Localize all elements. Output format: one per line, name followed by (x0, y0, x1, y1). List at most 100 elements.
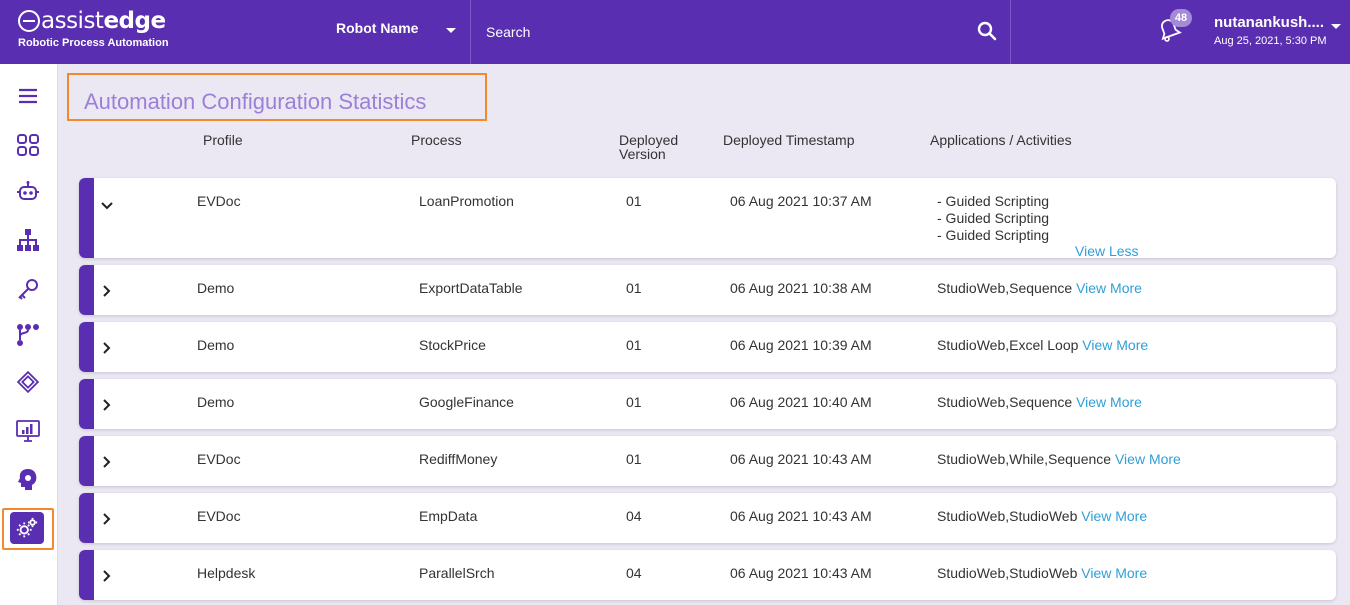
cell-process: ExportDataTable (419, 280, 523, 296)
cell-timestamp: 06 Aug 2021 10:43 AM (730, 565, 872, 581)
top-header: assist edge Robotic Process Automation Ro… (0, 0, 1350, 64)
logo-text-left: assist (41, 8, 104, 34)
table-row[interactable]: Helpdesk ParallelSrch 04 06 Aug 2021 10:… (79, 550, 1336, 600)
cell-process: ParallelSrch (419, 565, 495, 581)
chevron-right-icon[interactable] (101, 454, 113, 470)
activity-item: - Guided Scripting (937, 210, 1050, 226)
cell-activities: - Guided Scripting - Guided Scripting - … (937, 193, 1049, 244)
user-datetime: Aug 25, 2021, 5:30 PM (1214, 35, 1327, 47)
cell-version: 01 (626, 193, 642, 209)
view-more-link[interactable]: View More (1076, 280, 1142, 296)
cell-applications: StudioWeb,StudioWeb View More (937, 565, 1147, 581)
chevron-right-icon[interactable] (101, 568, 113, 584)
cell-timestamp: 06 Aug 2021 10:40 AM (730, 394, 872, 410)
menu-icon[interactable] (14, 82, 42, 110)
cell-applications: StudioWeb,Sequence View More (937, 394, 1142, 410)
chevron-right-icon[interactable] (101, 283, 113, 299)
brain-gear-icon[interactable] (14, 465, 42, 493)
hierarchy-icon[interactable] (14, 226, 42, 254)
monitor-chart-icon[interactable] (14, 417, 42, 445)
view-more-link[interactable]: View More (1081, 508, 1147, 524)
row-accent-bar (79, 550, 94, 600)
row-accent-bar (79, 493, 94, 543)
user-menu[interactable]: nutanankush.... Aug 25, 2021, 5:30 PM (1214, 14, 1327, 47)
table-row[interactable]: EVDoc RediffMoney 01 06 Aug 2021 10:43 A… (79, 436, 1336, 486)
cell-timestamp: 06 Aug 2021 10:43 AM (730, 451, 872, 467)
search-icon[interactable] (977, 21, 997, 41)
cell-timestamp: 06 Aug 2021 10:37 AM (730, 193, 872, 209)
cell-process: EmpData (419, 508, 478, 524)
header-divider (1010, 0, 1011, 64)
logo-mark-icon (18, 10, 40, 32)
column-header-applications: Applications / Activities (930, 132, 1072, 148)
row-accent-bar (79, 178, 94, 258)
chevron-down-icon[interactable] (101, 198, 113, 214)
cell-process: GoogleFinance (419, 394, 514, 410)
view-more-link[interactable]: View More (1082, 337, 1148, 353)
cell-applications: StudioWeb,Excel Loop View More (937, 337, 1148, 353)
chevron-right-icon[interactable] (101, 511, 113, 527)
cell-timestamp: 06 Aug 2021 10:39 AM (730, 337, 872, 353)
applications-text: StudioWeb,Sequence (937, 394, 1073, 410)
table-row[interactable]: Demo GoogleFinance 01 06 Aug 2021 10:40 … (79, 379, 1336, 429)
row-accent-bar (79, 436, 94, 486)
cell-version: 01 (626, 451, 642, 467)
column-header-deployed-version-line1: Deployed (619, 132, 679, 148)
column-header-deployed-version: Deployed Version (619, 133, 678, 161)
cell-profile: Demo (197, 337, 235, 353)
column-header-deployed-timestamp: Deployed Timestamp (723, 132, 855, 148)
cell-process: RediffMoney (419, 451, 498, 467)
row-accent-bar (79, 265, 94, 315)
cell-profile: Helpdesk (197, 565, 256, 581)
settings-gears-icon[interactable] (10, 512, 44, 544)
cell-version: 01 (626, 337, 642, 353)
cell-profile: EVDoc (197, 193, 241, 209)
cell-process: LoanPromotion (419, 193, 514, 209)
table-row[interactable]: EVDoc LoanPromotion 01 06 Aug 2021 10:37… (79, 178, 1336, 258)
applications-text: StudioWeb,StudioWeb (937, 565, 1078, 581)
view-more-link[interactable]: View More (1115, 451, 1181, 467)
cell-profile: EVDoc (197, 451, 241, 467)
notification-count-badge: 48 (1170, 9, 1192, 27)
app-logo[interactable]: assist edge Robotic Process Automation (18, 8, 169, 49)
view-more-link[interactable]: View More (1081, 565, 1147, 581)
logo-text-right: edge (103, 8, 166, 34)
cell-applications: StudioWeb,StudioWeb View More (937, 508, 1147, 524)
applications-text: StudioWeb,While,Sequence (937, 451, 1112, 467)
cell-applications: StudioWeb,Sequence View More (937, 280, 1142, 296)
chevron-down-icon (446, 28, 456, 33)
robot-icon[interactable] (14, 178, 42, 206)
search-input[interactable] (486, 22, 966, 42)
page-title: Automation Configuration Statistics (84, 89, 427, 114)
robot-name-select[interactable]: Robot Name (336, 20, 460, 40)
table-row[interactable]: Demo StockPrice 01 06 Aug 2021 10:39 AM … (79, 322, 1336, 372)
cell-profile: EVDoc (197, 508, 241, 524)
column-header-process: Process (411, 132, 462, 148)
cell-version: 04 (626, 508, 642, 524)
cell-timestamp: 06 Aug 2021 10:38 AM (730, 280, 872, 296)
view-less-link[interactable]: View Less (1075, 243, 1139, 258)
row-accent-bar (79, 379, 94, 429)
cell-version: 04 (626, 565, 642, 581)
chevron-right-icon[interactable] (101, 340, 113, 356)
view-more-link[interactable]: View More (1076, 394, 1142, 410)
workflow-icon[interactable] (14, 321, 42, 349)
cell-applications: StudioWeb,While,Sequence View More (937, 451, 1181, 467)
table-row[interactable]: EVDoc EmpData 04 06 Aug 2021 10:43 AM St… (79, 493, 1336, 543)
applications-text: StudioWeb,Excel Loop (937, 337, 1079, 353)
chevron-right-icon[interactable] (101, 397, 113, 413)
chevron-down-icon[interactable] (1331, 24, 1341, 29)
table-row[interactable]: Demo ExportDataTable 01 06 Aug 2021 10:3… (79, 265, 1336, 315)
activity-item: - Guided Scripting (937, 193, 1050, 209)
row-accent-bar (79, 322, 94, 372)
sidebar (0, 64, 58, 605)
dashboard-grid-icon[interactable] (14, 131, 42, 159)
cell-version: 01 (626, 280, 642, 296)
chip-icon[interactable] (14, 368, 42, 396)
key-icon[interactable] (14, 275, 42, 303)
column-header-deployed-version-line2: Version (619, 146, 666, 162)
column-header-profile: Profile (203, 132, 243, 148)
cell-profile: Demo (197, 394, 235, 410)
applications-text: StudioWeb,StudioWeb (937, 508, 1078, 524)
cell-version: 01 (626, 394, 642, 410)
